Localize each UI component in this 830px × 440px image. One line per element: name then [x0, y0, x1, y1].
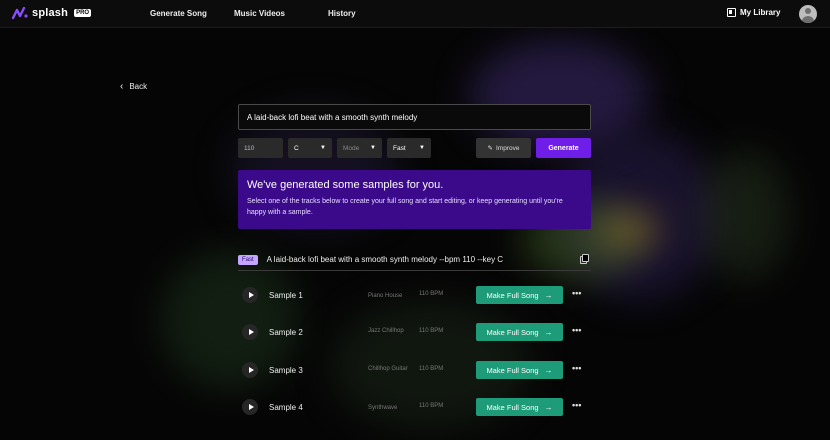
sample-name: Sample 2	[269, 328, 303, 337]
play-icon[interactable]	[242, 399, 258, 415]
sample-name: Sample 3	[269, 366, 303, 375]
arrow-right-icon: →	[544, 290, 553, 300]
caret-down-icon: ▼	[320, 145, 326, 151]
more-options-icon[interactable]: •••	[572, 401, 581, 410]
back-label: Back	[129, 82, 148, 91]
sample-genre: Chillhop Guitar	[368, 366, 408, 372]
splash-logo-icon	[12, 7, 28, 19]
sample-genre: Jazz Chillhop	[368, 328, 404, 334]
play-icon[interactable]	[242, 287, 258, 303]
my-library-label: My Library	[740, 8, 781, 17]
play-icon[interactable]	[242, 362, 258, 378]
play-icon[interactable]	[242, 324, 258, 340]
speed-select[interactable]: Fast ▼	[387, 138, 431, 158]
caret-down-icon: ▼	[370, 145, 376, 151]
user-avatar[interactable]	[799, 5, 817, 23]
mode-placeholder: Mode	[343, 144, 360, 152]
top-nav: splash PRO Generate Song Music Videos Hi…	[0, 0, 830, 28]
more-options-icon[interactable]: •••	[572, 289, 581, 298]
bpm-value: 110	[244, 144, 255, 152]
improve-button[interactable]: ✎ Improve	[476, 138, 531, 158]
make-full-song-button[interactable]: Make Full Song →	[476, 286, 563, 304]
sample-name: Sample 1	[269, 291, 303, 300]
key-select[interactable]: C ▼	[288, 138, 332, 158]
arrow-right-icon: →	[544, 402, 553, 412]
speed-tag: Fast	[238, 254, 258, 265]
sample-row: Sample 2 Jazz Chillhop 110 BPM Make Full…	[238, 319, 591, 345]
sample-row: Sample 4 Synthwave 110 BPM Make Full Son…	[238, 394, 591, 420]
more-options-icon[interactable]: •••	[572, 326, 581, 335]
samples-banner: We've generated some samples for you. Se…	[238, 170, 591, 229]
library-icon	[727, 8, 736, 17]
brand-name: splash	[32, 7, 69, 19]
prompt-input[interactable]: A laid-back lofi beat with a smooth synt…	[238, 104, 591, 130]
pro-badge: PRO	[74, 9, 92, 17]
make-full-song-label: Make Full Song	[486, 327, 539, 337]
speed-value: Fast	[393, 144, 406, 152]
make-full-song-button[interactable]: Make Full Song →	[476, 361, 563, 379]
chevron-left-icon: ‹	[120, 80, 124, 92]
make-full-song-label: Make Full Song	[486, 365, 539, 375]
prompt-echo-text: A laid-back lofi beat with a smooth synt…	[266, 255, 504, 264]
my-library-link[interactable]: My Library	[727, 8, 780, 17]
back-button[interactable]: ‹ Back	[120, 80, 148, 92]
generate-button[interactable]: Generate	[536, 138, 591, 158]
sample-bpm: 110 BPM	[419, 366, 444, 372]
magic-wand-icon: ✎	[487, 145, 493, 152]
nav-music-videos[interactable]: Music Videos	[234, 9, 285, 18]
sample-row: Sample 3 Chillhop Guitar 110 BPM Make Fu…	[238, 357, 591, 383]
make-full-song-label: Make Full Song	[486, 290, 539, 300]
sample-bpm: 110 BPM	[419, 403, 444, 409]
sample-bpm: 110 BPM	[419, 291, 444, 297]
arrow-right-icon: →	[544, 365, 553, 375]
prompt-echo: Fast A laid-back lofi beat with a smooth…	[238, 249, 591, 271]
copy-icon[interactable]	[580, 253, 589, 264]
sample-name: Sample 4	[269, 403, 303, 412]
sample-row: Sample 1 Piano House 110 BPM Make Full S…	[238, 282, 591, 308]
brand-logo[interactable]: splash PRO	[12, 7, 92, 19]
sample-bpm: 110 BPM	[419, 328, 444, 334]
arrow-right-icon: →	[544, 327, 553, 337]
key-value: C	[294, 144, 299, 152]
sample-genre: Piano House	[368, 293, 403, 299]
mode-select[interactable]: Mode ▼	[337, 138, 382, 158]
sample-genre: Synthwave	[368, 405, 398, 411]
nav-history[interactable]: History	[328, 9, 356, 18]
make-full-song-button[interactable]: Make Full Song →	[476, 398, 563, 416]
improve-label: Improve	[495, 144, 520, 152]
make-full-song-label: Make Full Song	[486, 402, 539, 412]
banner-title: We've generated some samples for you.	[247, 179, 444, 191]
make-full-song-button[interactable]: Make Full Song →	[476, 323, 563, 341]
bpm-field[interactable]: 110	[238, 138, 283, 158]
banner-text: Select one of the tracks below to create…	[247, 198, 563, 216]
nav-generate-song[interactable]: Generate Song	[150, 9, 207, 18]
more-options-icon[interactable]: •••	[572, 364, 581, 373]
caret-down-icon: ▼	[419, 145, 425, 151]
